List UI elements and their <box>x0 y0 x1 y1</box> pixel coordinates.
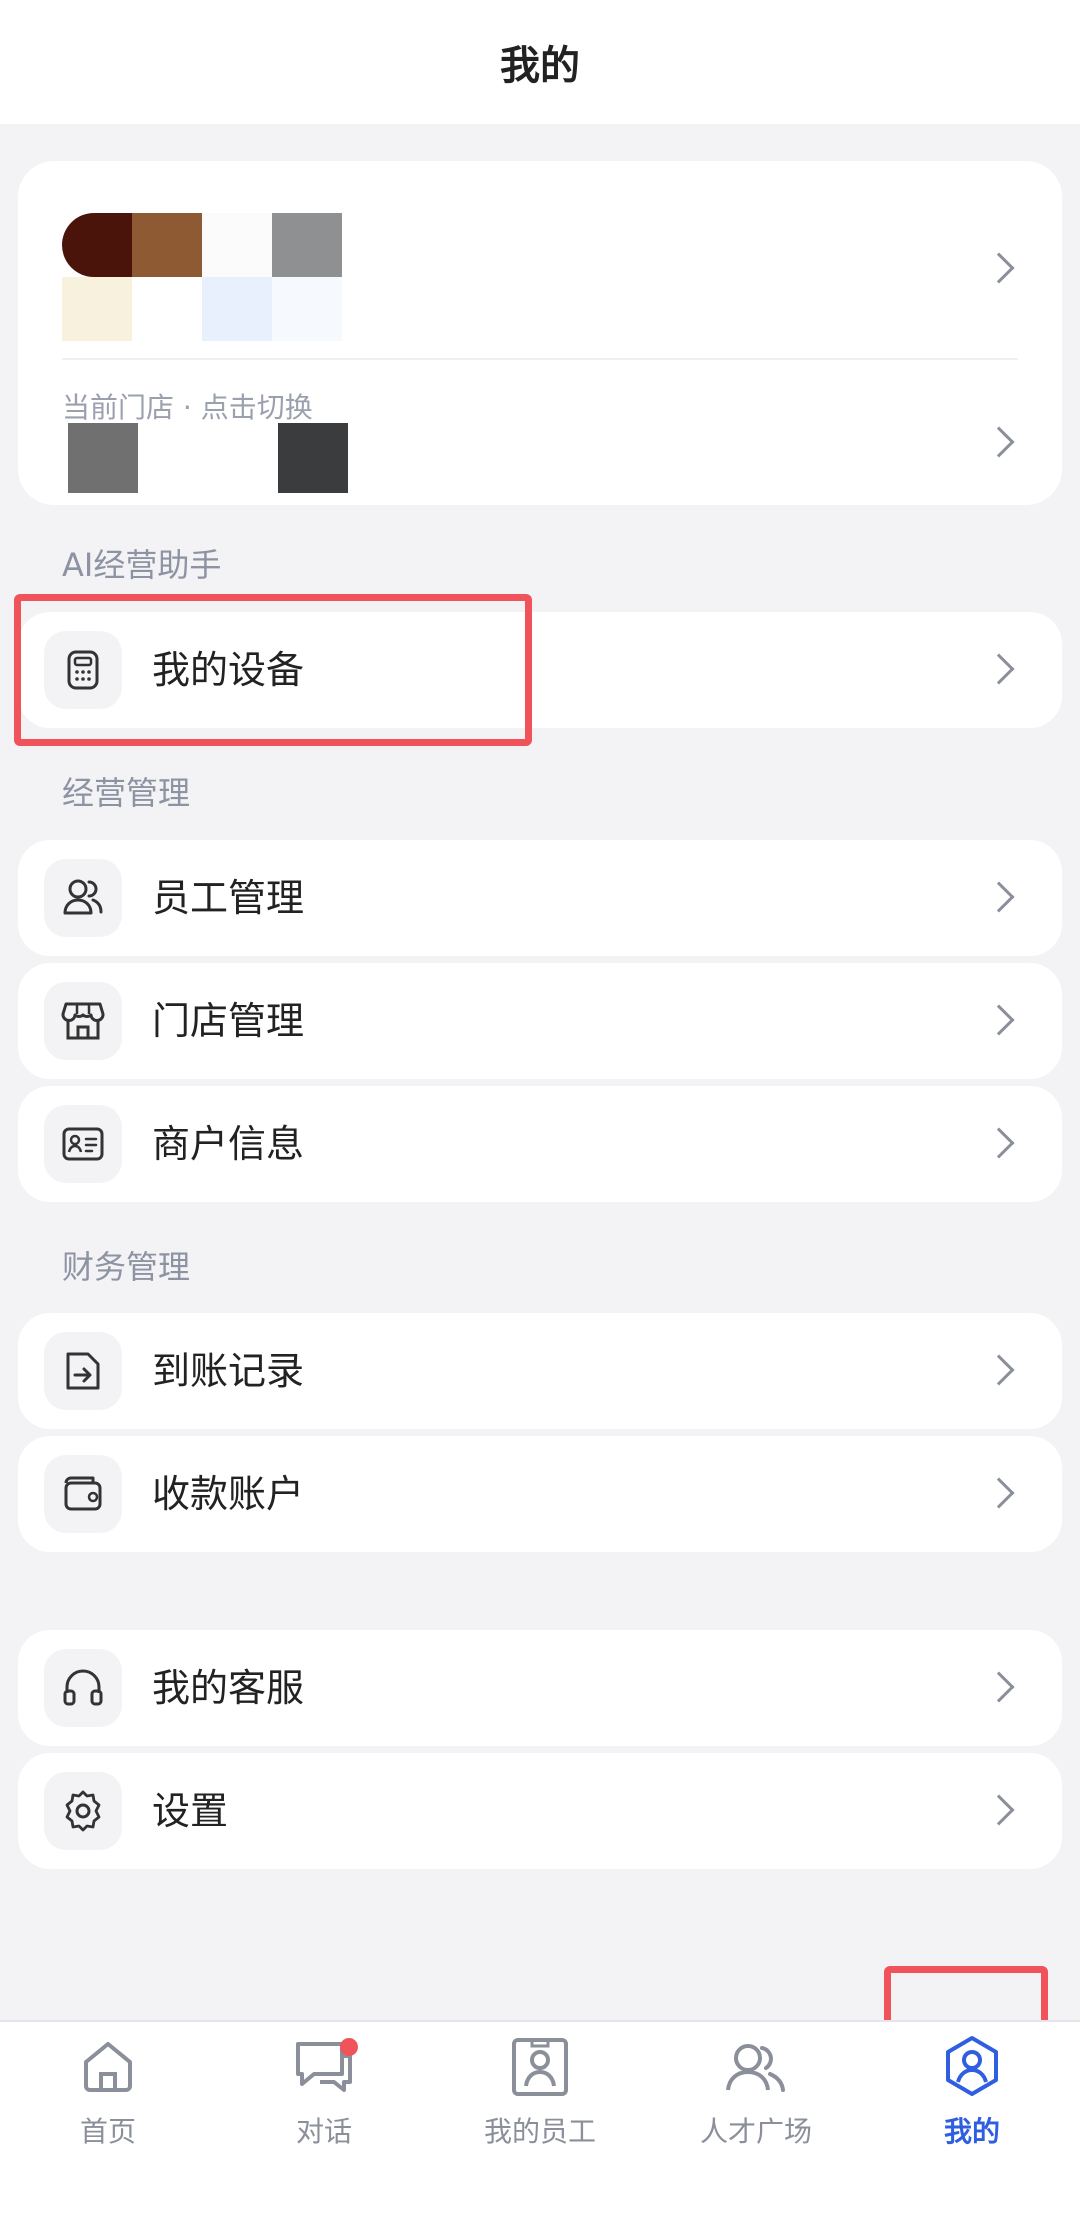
chevron-right-icon <box>983 1127 1015 1159</box>
staff-icon <box>63 879 103 915</box>
menu-item-label: 到账记录 <box>152 1349 305 1393</box>
store-switch-label[interactable]: 当前门店 · 点击切换 <box>62 386 313 426</box>
menu-item-staff[interactable]: 员工管理 <box>18 840 1062 956</box>
home-icon <box>84 2042 132 2092</box>
gear-icon <box>65 1790 101 1832</box>
avatar[interactable] <box>62 213 352 341</box>
profile-chevron-icon[interactable] <box>983 252 1015 284</box>
tab-home[interactable]: 首页 <box>0 2034 216 2164</box>
tab-chat[interactable]: 对话 <box>216 2034 432 2164</box>
menu-item-accounts[interactable]: 收款账户 <box>18 1436 1062 1552</box>
unread-badge-dot <box>340 2038 358 2056</box>
chevron-right-icon <box>983 1354 1015 1386</box>
tab-mine[interactable]: 我的 <box>864 2034 1080 2164</box>
section-title-business: 经营管理 <box>62 774 191 812</box>
headset-icon <box>63 1669 103 1706</box>
top-bar: 我的 <box>0 0 1080 124</box>
employee-badge-icon <box>512 2038 568 2096</box>
divider <box>62 358 1018 360</box>
tab-talent[interactable]: 人才广场 <box>648 2034 864 2164</box>
menu-item-devices[interactable]: 我的设备 <box>18 612 1062 728</box>
tab-employees[interactable]: 我的员工 <box>432 2034 648 2164</box>
chevron-right-icon <box>983 1794 1015 1826</box>
section-title-ai: AI经营助手 <box>62 546 222 584</box>
store-icon <box>61 1002 105 1040</box>
menu-item-stores[interactable]: 门店管理 <box>18 963 1062 1079</box>
menu-item-arrivals[interactable]: 到账记录 <box>18 1313 1062 1429</box>
record-in-icon <box>66 1352 100 1390</box>
menu-item-service[interactable]: 我的客服 <box>18 1630 1062 1746</box>
profile-card: 当前门店 · 点击切换 <box>18 161 1062 505</box>
menu-item-merchant[interactable]: 商户信息 <box>18 1086 1062 1202</box>
page-title: 我的 <box>500 43 580 89</box>
chevron-right-icon <box>983 1477 1015 1509</box>
wallet-icon <box>64 1476 102 1511</box>
menu-item-label: 我的设备 <box>152 648 305 692</box>
menu-item-label: 我的客服 <box>152 1666 305 1710</box>
id-card-icon <box>62 1127 104 1161</box>
section-title-finance: 财务管理 <box>62 1248 191 1286</box>
menu-item-settings[interactable]: 设置 <box>18 1753 1062 1869</box>
menu-item-label: 员工管理 <box>152 876 305 920</box>
chevron-right-icon <box>983 1671 1015 1703</box>
chevron-right-icon <box>983 881 1015 913</box>
talent-icon <box>726 2044 785 2092</box>
menu-item-label: 设置 <box>152 1789 229 1833</box>
bottom-tab-bar: 首页 对话 我的员工 人才广场 我的 <box>0 2020 1080 2232</box>
store-chevron-icon[interactable] <box>983 426 1015 458</box>
store-name[interactable] <box>68 423 348 493</box>
user-icon <box>946 2036 998 2096</box>
device-icon <box>67 650 99 690</box>
chevron-right-icon <box>983 653 1015 685</box>
menu-item-label: 门店管理 <box>152 999 305 1043</box>
menu-item-label: 收款账户 <box>152 1472 305 1516</box>
menu-item-label: 商户信息 <box>152 1122 305 1166</box>
chevron-right-icon <box>983 1004 1015 1036</box>
